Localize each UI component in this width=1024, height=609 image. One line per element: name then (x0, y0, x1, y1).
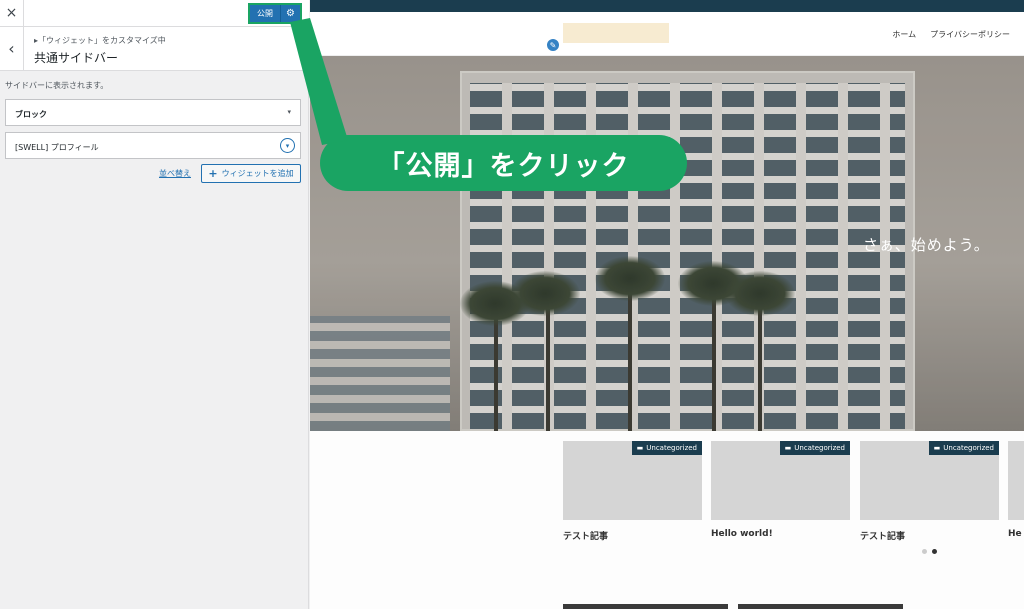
site-preview: ✎ ホーム プライバシーポリシー さぁ、始めよう。 ▬ Uncategorized… (310, 0, 1024, 609)
pencil-icon[interactable]: ✎ (545, 37, 561, 53)
slider-dot-active[interactable] (932, 549, 937, 554)
section-title: 共通サイドバー (34, 51, 119, 65)
reorder-link[interactable]: 並べ替え (159, 168, 191, 179)
post-title[interactable]: テスト記事 (860, 529, 999, 542)
post-thumbnail[interactable]: ▬ Uncategorized (563, 441, 702, 520)
site-nav: ホーム プライバシーポリシー (892, 29, 1010, 40)
folder-icon: ▬ (933, 444, 941, 452)
publish-button[interactable]: 公開 (250, 5, 280, 22)
folder-icon: ▬ (784, 444, 792, 452)
instruction-callout: 「公開」をクリック (320, 135, 687, 191)
folder-icon: ▬ (636, 444, 644, 452)
post-title[interactable]: テスト記事 (563, 529, 702, 542)
hero-caption: さぁ、始めよう。 (863, 236, 990, 254)
slider-dot[interactable] (922, 549, 927, 554)
customizer-topbar: × 公開 ⚙ (0, 0, 309, 27)
category-badge: ▬ Uncategorized (928, 441, 999, 455)
post-title[interactable]: He (1008, 529, 1024, 539)
post-thumbnail[interactable]: ▬ Uncategorized (711, 441, 850, 520)
hero-image: さぁ、始めよう。 (310, 56, 1024, 431)
gear-icon[interactable]: ⚙ (280, 5, 300, 22)
post-title[interactable]: Hello world! (711, 529, 850, 539)
post-card-bottom (738, 604, 903, 609)
post-card[interactable]: ▬ Uncategorized Hello world! (711, 441, 850, 539)
site-header: ✎ ホーム プライバシーポリシー (310, 12, 1024, 56)
add-widget-button[interactable]: + ウィジェットを追加 (201, 164, 301, 183)
block-select[interactable]: ブロック ▾ (5, 99, 301, 126)
post-thumbnail[interactable]: ▬ Uncategorized (860, 441, 999, 520)
post-card[interactable]: He (1008, 441, 1024, 539)
widget-item-profile[interactable]: [SWELL] プロフィール ▾ (5, 132, 301, 159)
category-badge: ▬ Uncategorized (779, 441, 850, 455)
post-card[interactable]: ▬ Uncategorized テスト記事 (860, 441, 999, 542)
plus-icon: + (208, 167, 218, 180)
post-card-bottom (563, 604, 728, 609)
post-card[interactable]: ▬ Uncategorized テスト記事 (563, 441, 702, 542)
block-select-value: ブロック (15, 110, 47, 119)
chevron-down-icon: ▾ (287, 108, 291, 116)
expand-icon[interactable]: ▾ (280, 138, 295, 153)
back-icon[interactable]: ‹ (0, 27, 24, 70)
nav-item-home[interactable]: ホーム (892, 29, 916, 40)
post-thumbnail[interactable] (1008, 441, 1024, 520)
site-topbar (310, 0, 1024, 12)
customizer-sidebar: × 公開 ⚙ ‹ ▸「ウィジェット」をカスタマイズ中 共通サイドバー サイドバー… (0, 0, 309, 609)
close-icon[interactable]: × (0, 0, 24, 26)
nav-item-privacy[interactable]: プライバシーポリシー (930, 29, 1010, 40)
add-widget-label: ウィジェットを追加 (221, 169, 294, 178)
category-badge: ▬ Uncategorized (631, 441, 702, 455)
section-header: ‹ ▸「ウィジェット」をカスタマイズ中 共通サイドバー (0, 27, 309, 71)
site-logo[interactable] (563, 23, 669, 43)
breadcrumb: ▸「ウィジェット」をカスタマイズ中 (34, 36, 166, 45)
sidebar-description: サイドバーに表示されます。 (5, 81, 109, 90)
widget-label: [SWELL] プロフィール (15, 143, 99, 152)
publish-highlight: 公開 ⚙ (248, 3, 302, 24)
